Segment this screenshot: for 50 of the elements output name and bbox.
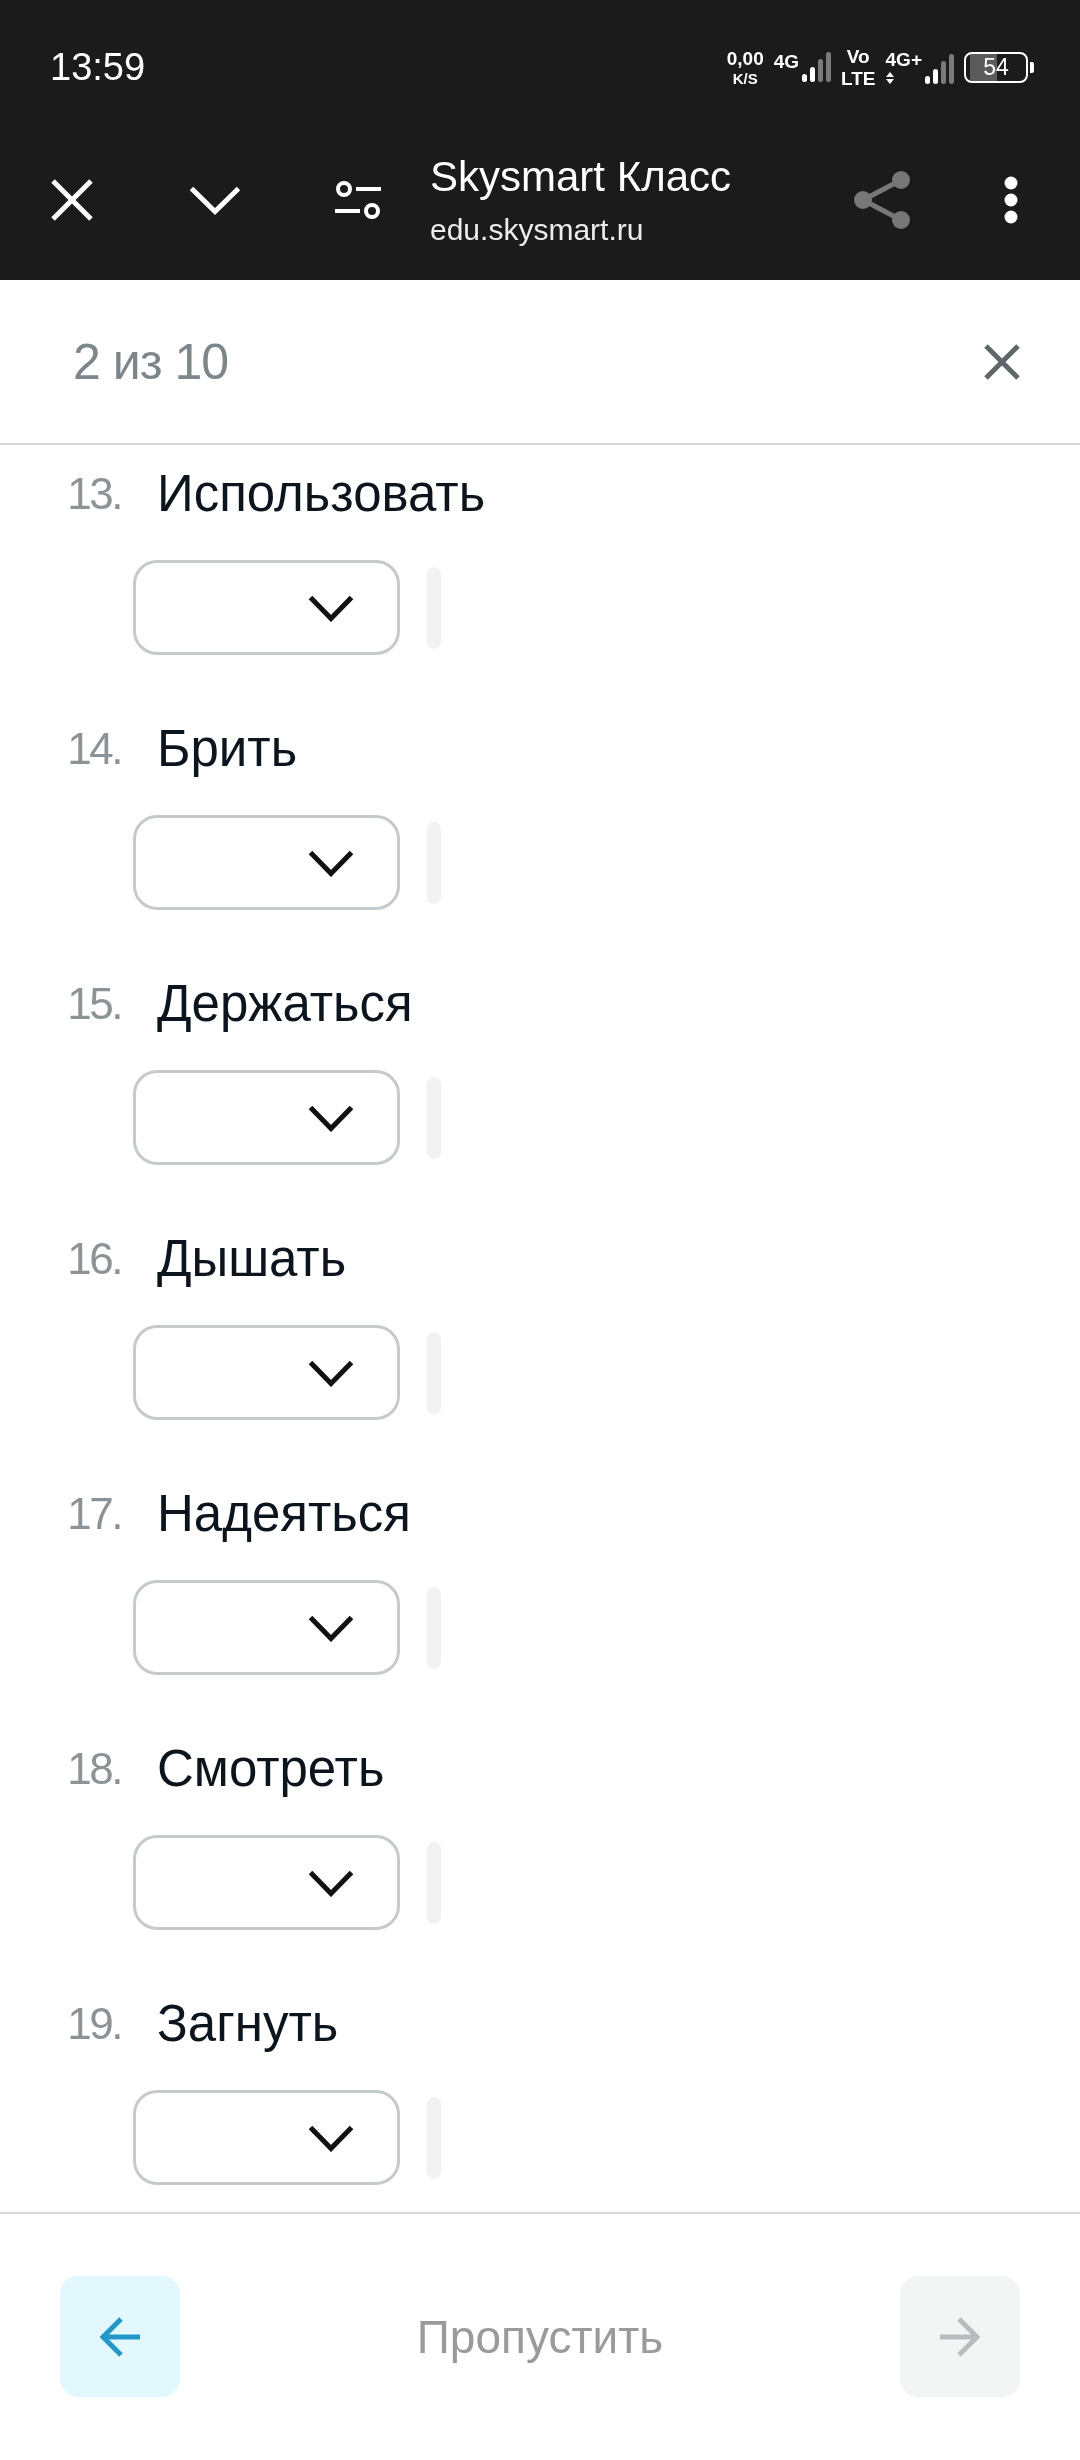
item-word: Держаться bbox=[157, 974, 413, 1034]
close-icon bbox=[984, 343, 1020, 380]
chevron-down-icon bbox=[307, 1613, 355, 1642]
answer-dropdown[interactable] bbox=[133, 2090, 400, 2185]
chevron-down-icon bbox=[307, 848, 355, 877]
chevron-down-icon bbox=[307, 2123, 355, 2152]
answer-dropdown[interactable] bbox=[133, 1580, 400, 1675]
item-number: 19. bbox=[66, 1998, 121, 2050]
item-word: Надеяться bbox=[157, 1484, 411, 1544]
page-title: Skysmart Класс bbox=[430, 154, 732, 201]
skip-button[interactable]: Пропустить bbox=[416, 2276, 664, 2397]
answer-dropdown[interactable] bbox=[133, 815, 400, 910]
network-type-label: 4G+ bbox=[885, 50, 922, 69]
item-word: Дышать bbox=[157, 1229, 347, 1289]
network-type-label: 4G bbox=[773, 52, 800, 71]
item-word: Брить bbox=[157, 719, 298, 779]
item-number: 18. bbox=[66, 1743, 121, 1795]
chevron-down-icon bbox=[188, 185, 242, 215]
net-speed-value: 0,00 bbox=[726, 48, 764, 68]
answer-dropdown[interactable] bbox=[133, 1325, 400, 1420]
sliders-icon bbox=[335, 180, 381, 220]
status-time: 13:59 bbox=[50, 48, 146, 86]
progress-counter: 2 из 10 bbox=[73, 336, 229, 387]
data-arrows-icon bbox=[885, 72, 894, 84]
chevron-down-icon bbox=[307, 593, 355, 622]
chevron-down-icon bbox=[307, 1358, 355, 1387]
item-number: 16. bbox=[66, 1233, 121, 1285]
item-number: 14. bbox=[66, 723, 121, 775]
signal-bars-icon bbox=[924, 54, 954, 84]
volte-label: Vo bbox=[846, 46, 870, 66]
back-button[interactable] bbox=[60, 2276, 180, 2397]
chevron-down-icon bbox=[307, 1868, 355, 1897]
volte-label: LTE bbox=[841, 68, 876, 88]
net-speed-unit: K/S bbox=[732, 70, 758, 86]
item-word: Загнуть bbox=[157, 1994, 339, 2054]
answer-dropdown[interactable] bbox=[133, 1070, 400, 1165]
item-number: 15. bbox=[66, 978, 121, 1030]
share-icon bbox=[854, 171, 910, 229]
item-number: 13. bbox=[66, 468, 121, 520]
more-vertical-icon bbox=[1004, 176, 1018, 224]
page-url: edu.skysmart.ru bbox=[430, 212, 645, 246]
close-icon bbox=[51, 179, 93, 221]
chevron-down-icon bbox=[307, 1103, 355, 1132]
item-word: Смотреть bbox=[157, 1739, 385, 1799]
answer-dropdown[interactable] bbox=[133, 1835, 400, 1930]
battery-indicator: 54 bbox=[964, 51, 1034, 83]
signal-bars-icon bbox=[801, 52, 832, 82]
item-word: Использовать bbox=[157, 464, 486, 524]
item-number: 17. bbox=[66, 1488, 121, 1540]
answer-dropdown[interactable] bbox=[133, 560, 400, 655]
